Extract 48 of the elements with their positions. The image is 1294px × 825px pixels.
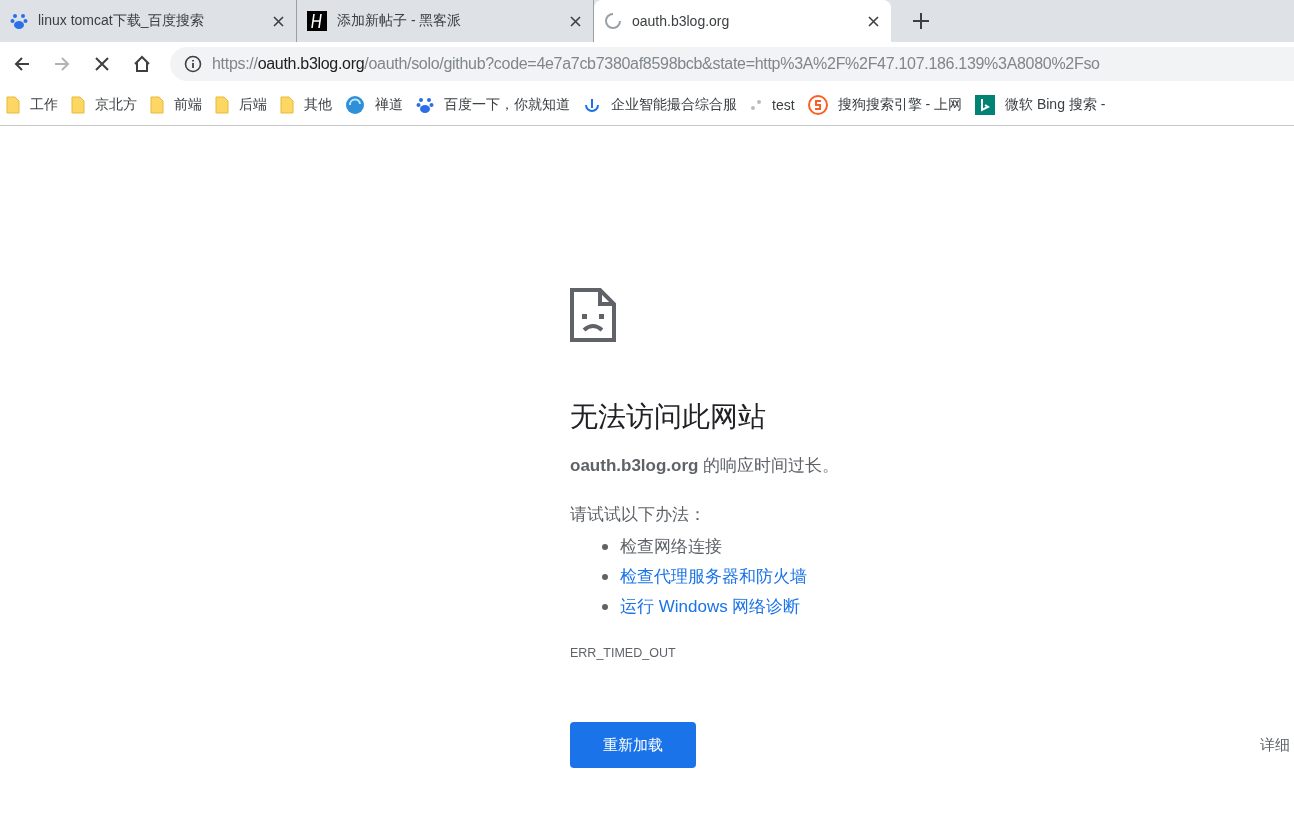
bookmark-link[interactable]: 禅道 <box>375 96 403 114</box>
suggestions-title: 请试试以下办法： <box>570 504 707 526</box>
folder-icon <box>280 96 294 114</box>
bookmark-link[interactable]: 其他 <box>304 96 332 114</box>
info-icon[interactable] <box>184 54 202 73</box>
home-icon <box>132 53 152 74</box>
bookmark-link[interactable]: 搜狗搜索引擎 - 上网 <box>837 96 963 114</box>
stop-icon <box>93 54 111 73</box>
suggestion-text: 检查网络连接 <box>620 536 722 558</box>
folder-icon <box>150 96 164 114</box>
folder-icon <box>71 96 85 114</box>
bookmark-link[interactable]: 后端 <box>239 96 267 114</box>
browser-tab[interactable]: linux tomcat下载_百度搜索 <box>0 0 297 42</box>
bookmark-link[interactable]: 工作 <box>30 96 58 114</box>
browser-tab[interactable]: oauth.b3log.org <box>594 0 891 42</box>
letter-s-icon <box>807 95 828 115</box>
bullet-icon <box>602 544 608 550</box>
paw-icon <box>10 12 28 30</box>
bookmark-link[interactable]: test <box>772 97 795 113</box>
close-icon[interactable] <box>570 15 581 27</box>
loading-spinner-icon <box>604 12 622 30</box>
paw-icon <box>416 96 434 114</box>
sad-page-icon <box>570 288 616 342</box>
bookmark-link[interactable]: 京北方 <box>95 96 137 114</box>
script-h-icon <box>307 11 327 31</box>
address-bar[interactable]: https://oauth.b3log.org/oauth/solo/github?code=4e7a7cb7380af8598bcb&state=http%3A%2F%2F47.107.186.139%3A8080%2Fso <box>170 46 1294 81</box>
close-icon[interactable] <box>273 15 284 27</box>
folder-icon <box>6 96 20 114</box>
folder-icon <box>215 96 229 114</box>
bullet-icon <box>602 604 608 610</box>
close-icon[interactable] <box>868 15 879 27</box>
globe-icon <box>345 95 365 115</box>
url-text: https://oauth.b3log.org/oauth/solo/github?code=4e7a7cb7380af8598bcb&state=http%3A%2F%2F47.107.186.139%3A8080%2Fso <box>212 54 1100 73</box>
bookmark-link[interactable]: 企业智能撮合综合服 <box>611 96 737 114</box>
error-code: ERR_TIMED_OUT <box>570 646 677 660</box>
plus-icon[interactable] <box>913 13 929 29</box>
bullet-icon <box>602 574 608 580</box>
bookmark-link[interactable]: 前端 <box>174 96 202 114</box>
browser-tab[interactable]: 添加新帖子 - 黑客派 <box>297 0 594 42</box>
bookmark-link[interactable]: 微软 Bing 搜索 - <box>1005 96 1106 114</box>
error-message: oauth.b3log.org 的响应时间过长。 <box>570 455 841 477</box>
details-button[interactable]: 详细 <box>1260 735 1290 755</box>
reload-button[interactable]: 重新加载 <box>570 722 696 768</box>
suggestion-link[interactable]: 运行 Windows 网络诊断 <box>620 592 801 622</box>
bookmark-link[interactable]: 百度一下，你就知道 <box>444 96 570 114</box>
suggestion-link[interactable]: 检查代理服务器和防火墙 <box>620 562 807 592</box>
letter-b-icon <box>975 95 996 115</box>
error-heading: 无法访问此网站 <box>570 400 767 434</box>
